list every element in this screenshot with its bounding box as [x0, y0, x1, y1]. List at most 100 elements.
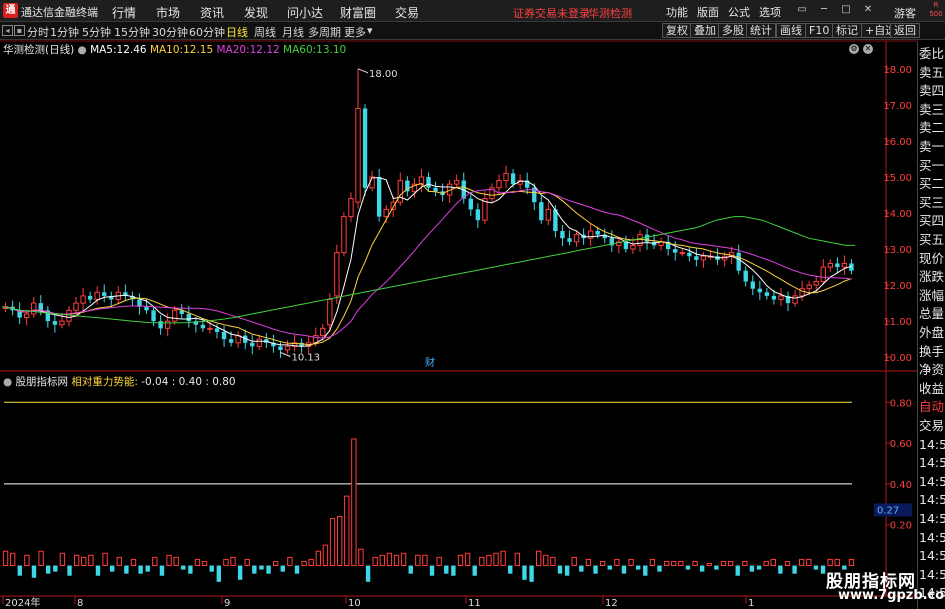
candle-body — [341, 216, 347, 254]
quote-panel-row[interactable]: 14:56 — [919, 529, 945, 547]
quote-panel-row[interactable]: 买三 — [919, 194, 945, 212]
indicator-bar — [252, 565, 257, 574]
high-label: 18.00 — [369, 69, 398, 80]
candle-body — [383, 208, 389, 218]
indicator-bar — [408, 565, 413, 574]
quote-panel-row[interactable]: 卖四 — [919, 82, 945, 100]
indicator-bar — [429, 565, 435, 576]
quote-panel: 委比 卖五 卖四 卖三 卖二 卖一 买一 买二 买三 买四 买五 现价 涨跌 涨幅 总量 外盘 换手 净资 收益 自动… — [917, 41, 945, 609]
candle-body — [545, 208, 552, 221]
quote-panel-row[interactable]: 卖五 — [919, 64, 945, 82]
indicator-bar — [436, 556, 442, 567]
candle-body — [827, 262, 834, 268]
chart-settings-icon[interactable]: ⚙ — [849, 44, 859, 54]
indicator-bar — [607, 565, 612, 570]
quote-panel-row[interactable]: 买二 — [919, 175, 945, 193]
quote-panel-row[interactable]: 总量 — [919, 305, 945, 323]
quote-panel-row[interactable]: 涨跌 — [919, 268, 945, 286]
quote-panel-row[interactable]: 卖三 — [919, 101, 945, 119]
candle-body — [327, 299, 333, 326]
quote-panel-row[interactable]: 14:56 — [919, 566, 945, 584]
candle-body — [38, 303, 43, 311]
indicator-settings-icon[interactable]: ● — [3, 376, 12, 388]
candle-body — [475, 209, 481, 221]
indicator-bar — [230, 556, 236, 567]
candle-body — [539, 202, 544, 221]
indicator-bar — [194, 558, 201, 567]
indicator-bar — [451, 565, 456, 576]
candle-body — [278, 346, 283, 350]
indicator-bar — [244, 558, 250, 567]
indicator-bar — [628, 558, 634, 567]
quote-panel-row[interactable]: 交易 — [919, 417, 945, 435]
quote-panel-row[interactable]: 现价 — [919, 250, 945, 268]
quote-panel-row[interactable]: 买一 — [919, 157, 945, 175]
quote-panel-row[interactable]: 自动 — [919, 398, 945, 416]
indicator-bar — [315, 550, 322, 567]
ma20-value: 12.12 — [249, 44, 280, 56]
indicator-bar — [792, 565, 797, 574]
ma60-value: 13.10 — [316, 44, 347, 56]
indicator-bar — [778, 565, 783, 574]
kline-chart[interactable]: 18.00 17.00 16.00 15.00 14.00 13.00 12.00 11.00… — [0, 0, 917, 609]
indicator-bar — [671, 560, 677, 567]
candle-body — [426, 176, 431, 188]
quote-panel-row[interactable]: 14:56 — [919, 547, 945, 565]
quote-panel-row[interactable]: 净资 — [919, 361, 945, 379]
quote-panel-row[interactable]: 买四 — [919, 212, 945, 230]
indicator-bar — [422, 554, 428, 567]
indicator-bar — [663, 560, 670, 567]
quote-panel-row[interactable]: 收益 — [919, 380, 945, 398]
indicator-bar — [799, 558, 805, 567]
candle-body — [172, 309, 178, 322]
indicator-name: 相对重力势能: — [71, 376, 138, 388]
indicator-bar — [73, 554, 80, 567]
indicator-bar — [280, 565, 285, 572]
chart-close-icon[interactable]: ✕ — [863, 44, 873, 54]
indicator-bar — [336, 516, 343, 567]
candle-body — [390, 201, 396, 210]
candle-body — [750, 281, 755, 289]
indicator-bar — [145, 565, 150, 572]
x-tick-label: 8 — [77, 598, 83, 609]
indicator-bar — [386, 552, 393, 567]
quote-panel-row[interactable]: 14:56 — [919, 510, 945, 528]
quote-panel-row[interactable]: 换手 — [919, 343, 945, 361]
candle-body — [80, 295, 86, 304]
watermark-url: www.7gpzb.com — [838, 588, 945, 603]
r-badge: R 500 — [928, 1, 944, 19]
indicator-bar — [848, 558, 855, 567]
candle-body — [59, 320, 65, 326]
quote-panel-row[interactable]: 外盘 — [919, 324, 945, 342]
quote-panel-row[interactable]: 委比 — [919, 45, 945, 63]
price-tick-label: 15.00 — [883, 173, 912, 184]
quote-panel-row[interactable]: 14:56 — [919, 473, 945, 491]
quote-panel-row[interactable]: 卖二 — [919, 119, 945, 137]
quote-panel-row[interactable]: 14:56 — [919, 491, 945, 509]
indicator-bar — [749, 565, 755, 572]
indicator-bar — [564, 565, 570, 576]
ma10-label: MA10: — [149, 44, 184, 56]
quote-panel-row[interactable]: 14:56 — [919, 454, 945, 472]
indicator-bar — [109, 565, 115, 572]
candle-body — [355, 107, 361, 203]
indicator-bar — [621, 565, 627, 574]
indicator-bar — [415, 554, 421, 567]
indicator-bar — [259, 565, 264, 570]
indicator-bar — [593, 565, 598, 574]
quote-panel-row[interactable]: 14:56 — [919, 436, 945, 454]
price-tick-label: 14.00 — [883, 209, 912, 220]
indicator-bar — [820, 565, 826, 574]
indicator-bar — [181, 565, 186, 570]
quote-panel-row[interactable]: 涨幅 — [919, 287, 945, 305]
x-tick-label: 1 — [748, 598, 754, 609]
indicator-bar — [59, 552, 66, 567]
indicator-bar — [720, 560, 727, 567]
settings-icon[interactable]: ● — [78, 44, 87, 56]
quote-panel-row[interactable]: 卖一 — [919, 138, 945, 156]
candle-body — [700, 255, 707, 261]
candle-body — [644, 234, 650, 242]
low-label: 10.13 — [291, 353, 320, 364]
quote-panel-row[interactable]: 买五 — [919, 231, 945, 249]
indicator-bar — [543, 554, 549, 567]
